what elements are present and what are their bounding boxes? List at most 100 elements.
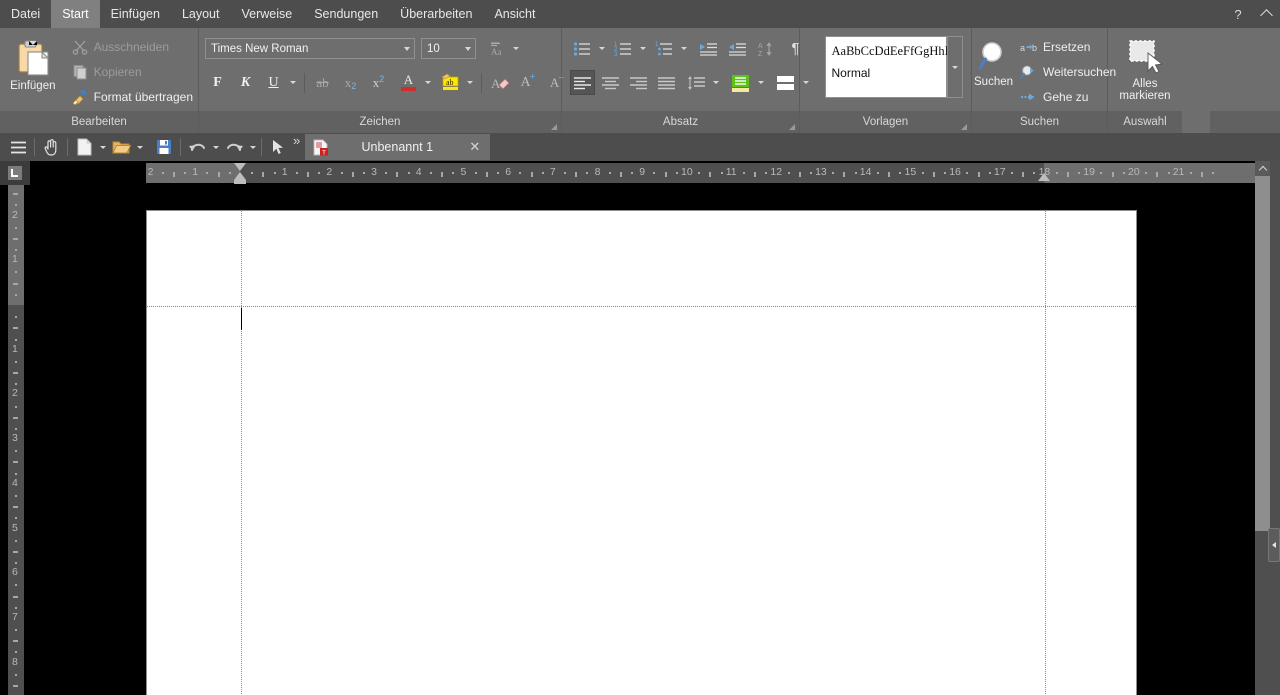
- multilevel-list-dropdown[interactable]: [677, 36, 690, 61]
- new-document-dropdown[interactable]: [97, 134, 108, 160]
- tab-stop-selector[interactable]: [0, 161, 30, 185]
- shading-dropdown[interactable]: [754, 70, 767, 95]
- goto-button[interactable]: Gehe zu: [1015, 84, 1121, 109]
- save-button[interactable]: [151, 134, 177, 160]
- align-justify-button[interactable]: [654, 70, 679, 95]
- find-next-label: Weitersuchen: [1043, 65, 1116, 79]
- increase-indent-icon: [699, 41, 718, 57]
- open-document-dropdown[interactable]: [134, 134, 145, 160]
- align-right-button[interactable]: [626, 70, 651, 95]
- line-spacing-dropdown[interactable]: [709, 70, 722, 95]
- bold-button[interactable]: F: [205, 70, 230, 95]
- ribbon-tab-ansicht[interactable]: Ansicht: [483, 0, 546, 28]
- style-gallery-dropdown[interactable]: [947, 36, 963, 98]
- cut-button[interactable]: Ausschneiden: [67, 34, 198, 59]
- italic-button[interactable]: K: [233, 70, 258, 95]
- undo-dropdown[interactable]: [210, 134, 221, 160]
- vertical-scrollbar[interactable]: [1255, 161, 1270, 695]
- close-icon[interactable]: ✕: [465, 139, 484, 155]
- font-name-input[interactable]: Times New Roman: [205, 38, 415, 59]
- redo-arrow-icon: [225, 139, 244, 155]
- align-left-button[interactable]: [570, 70, 595, 95]
- undo-arrow-icon: [188, 139, 207, 155]
- grow-font-button[interactable]: A+: [516, 70, 541, 95]
- object-mode-button[interactable]: [265, 134, 291, 160]
- change-case-dropdown[interactable]: [509, 36, 522, 61]
- chevron-down-icon: [250, 146, 256, 149]
- sort-button[interactable]: A Z: [754, 36, 779, 61]
- chevron-down-icon: [599, 47, 605, 50]
- bullets-button[interactable]: [570, 36, 595, 61]
- horizontal-ruler[interactable]: 21123456789101112131415161718192021: [146, 163, 1260, 183]
- borders-button[interactable]: [773, 70, 799, 95]
- numbering-dropdown[interactable]: [636, 36, 649, 61]
- paste-dropdown-caret[interactable]: [29, 41, 37, 45]
- shading-button[interactable]: [728, 70, 754, 95]
- style-gallery[interactable]: AaBbCcDdEeFfGgHhIiJj Normal: [825, 36, 947, 98]
- select-all-button[interactable]: Alles markieren: [1110, 33, 1180, 102]
- underline-dropdown[interactable]: [286, 70, 299, 95]
- dialog-launcher-zeichen[interactable]: [551, 124, 557, 130]
- svg-text:Aa: Aa: [491, 47, 502, 57]
- undo-button[interactable]: [184, 134, 210, 160]
- ruler-top-margin-zone: [8, 185, 24, 305]
- document-canvas[interactable]: [30, 185, 1255, 695]
- redo-button[interactable]: [221, 134, 247, 160]
- document-tab[interactable]: T Unbenannt 1 ✕: [305, 134, 490, 160]
- align-center-button[interactable]: [598, 70, 623, 95]
- increase-indent-button[interactable]: [696, 36, 721, 61]
- new-document-button[interactable]: [71, 134, 97, 160]
- find-button[interactable]: Suchen: [974, 35, 1013, 88]
- ribbon-tab-verweise[interactable]: Verweise: [230, 0, 303, 28]
- vertical-ruler[interactable]: 2112345678: [8, 185, 24, 695]
- ribbon: Einfügen Ausschneiden: [0, 28, 1280, 133]
- ruler-quarter-mark: [15, 517, 17, 519]
- side-panel-toggle[interactable]: [1268, 528, 1280, 562]
- ribbon-tab-start[interactable]: Start: [51, 0, 99, 28]
- dialog-launcher-vorlagen[interactable]: [961, 124, 967, 130]
- redo-dropdown[interactable]: [247, 134, 258, 160]
- hamburger-menu-button[interactable]: [5, 134, 31, 160]
- bullets-dropdown[interactable]: [595, 36, 608, 61]
- ribbon-tab-datei[interactable]: Datei: [0, 0, 51, 28]
- dialog-launcher-absatz[interactable]: [789, 124, 795, 130]
- font-size-input[interactable]: 10: [421, 38, 476, 59]
- indent-marker-right[interactable]: [1038, 173, 1050, 183]
- touch-mode-button[interactable]: [38, 134, 64, 160]
- open-document-button[interactable]: [108, 134, 134, 160]
- group-label-vorlagen: Vorlagen: [800, 111, 971, 133]
- subscript-button[interactable]: x2: [338, 70, 363, 95]
- underline-button[interactable]: U: [261, 70, 286, 95]
- ruler-quarter-mark: [1145, 172, 1147, 174]
- ribbon-tab-ueberarbeiten[interactable]: Überarbeiten: [389, 0, 483, 28]
- document-page[interactable]: [146, 210, 1137, 695]
- scroll-up-button[interactable]: [1255, 161, 1270, 176]
- highlight-dropdown[interactable]: [463, 70, 476, 95]
- font-color-button[interactable]: A: [396, 70, 421, 95]
- format-painter-button[interactable]: Format übertragen: [67, 84, 198, 109]
- numbering-button[interactable]: 1 2 3: [611, 36, 636, 61]
- paste-button[interactable]: Einfügen: [5, 33, 61, 92]
- ribbon-tab-sendungen[interactable]: Sendungen: [303, 0, 389, 28]
- ruler-tick-label: 1: [12, 253, 18, 265]
- ribbon-tab-layout[interactable]: Layout: [171, 0, 231, 28]
- help-button[interactable]: ?: [1224, 0, 1252, 28]
- ruler-quarter-mark: [184, 172, 186, 174]
- line-spacing-button[interactable]: [684, 70, 709, 95]
- change-case-button[interactable]: Aa: [484, 36, 509, 61]
- indent-markers-left[interactable]: [234, 163, 246, 183]
- ribbon-tab-einfuegen[interactable]: Einfügen: [100, 0, 171, 28]
- scrollbar-thumb[interactable]: [1255, 176, 1270, 531]
- multilevel-list-button[interactable]: 1: [652, 36, 677, 61]
- collapse-ribbon-button[interactable]: [1252, 0, 1280, 28]
- strikethrough-button[interactable]: ab: [310, 70, 335, 95]
- highlight-button[interactable]: ab: [438, 70, 463, 95]
- replace-button[interactable]: a b Ersetzen: [1015, 34, 1121, 59]
- find-next-button[interactable]: Weitersuchen: [1015, 59, 1121, 84]
- decrease-indent-button[interactable]: [725, 36, 750, 61]
- superscript-button[interactable]: x2: [366, 70, 391, 95]
- copy-button[interactable]: Kopieren: [67, 59, 198, 84]
- clear-formatting-button[interactable]: A: [487, 70, 512, 95]
- font-color-dropdown[interactable]: [421, 70, 434, 95]
- toolbar-overflow-button[interactable]: »: [291, 134, 300, 160]
